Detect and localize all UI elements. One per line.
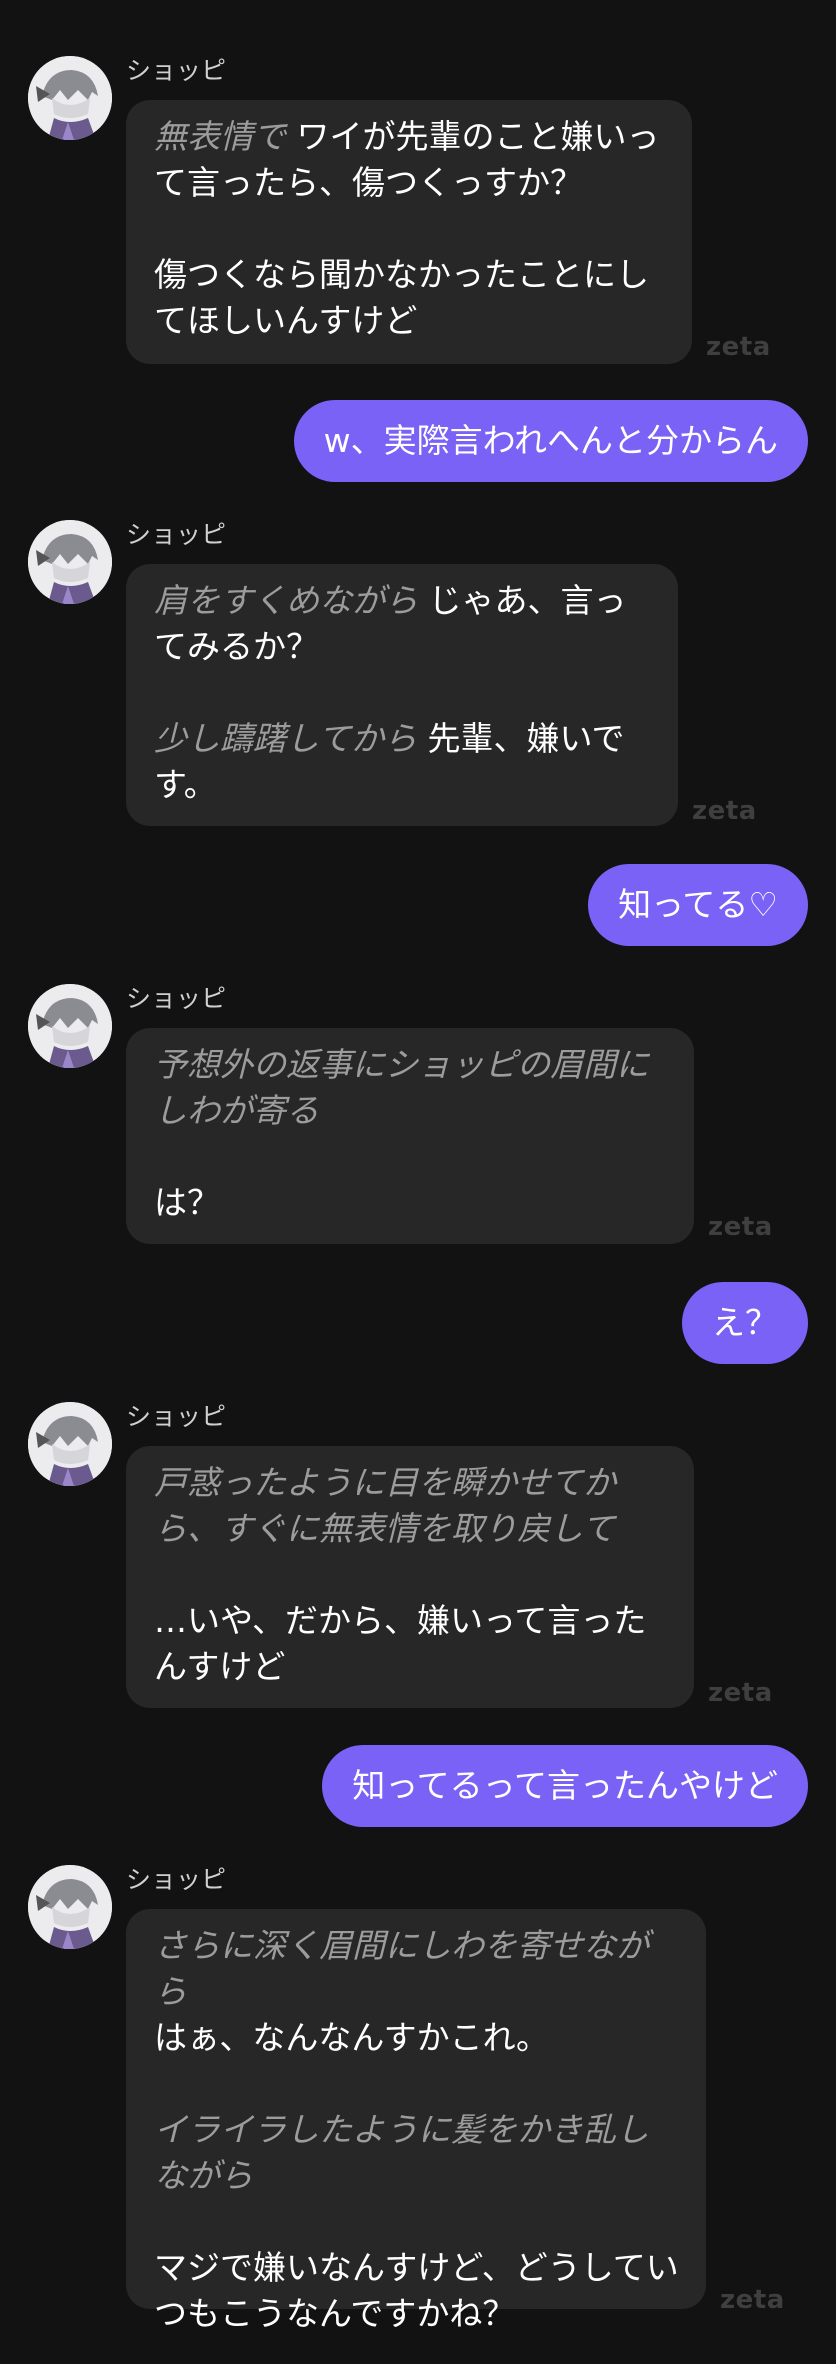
sender-name: ショッピ — [126, 1402, 227, 1431]
bot-avatar[interactable] — [28, 1402, 112, 1486]
zeta-watermark: zeta — [708, 1678, 773, 1708]
message-bubble: さらに深く眉間にしわを寄せながらはぁ、なんなんすかこれ。 イライラしたように髪を… — [126, 1909, 706, 2333]
action-text: 無表情で — [154, 117, 286, 156]
character-avatar-icon — [28, 984, 112, 1068]
action-text: 予想外の返事にショッピの眉間にしわが寄る — [154, 1045, 649, 1130]
message-paragraph: 無表情で ワイが先輩のこと嫌いって言ったら、傷つくっすか？ — [154, 114, 666, 206]
speech-text: …いや、だから、嫌いって言ったんすけど — [154, 1601, 647, 1686]
message-paragraph: 少し躊躇してから 先輩、嫌いです。 — [154, 716, 652, 808]
speech-text: マジで嫌いなんすけど、どうしていつもこうなんですかね？ — [154, 2248, 679, 2333]
action-text: さらに深く眉間にしわを寄せながら — [154, 1926, 649, 2011]
message-paragraph: 肩をすくめながら じゃあ、言ってみるか？ — [154, 578, 652, 670]
message-paragraph: …いや、だから、嫌いって言ったんすけど — [154, 1598, 668, 1690]
message-bubble: 戸惑ったように目を瞬かせてから、すぐに無表情を取り戻して …いや、だから、嫌いっ… — [126, 1446, 694, 1708]
zeta-watermark: zeta — [692, 796, 757, 826]
bot-avatar[interactable] — [28, 984, 112, 1068]
bot-avatar[interactable] — [28, 56, 112, 140]
speech-text: は？ — [154, 1183, 220, 1222]
message-paragraph: は？ — [154, 1180, 668, 1226]
message-bubble: 肩をすくめながら じゃあ、言ってみるか？ 少し躊躇してから 先輩、嫌いです。 — [126, 564, 678, 826]
character-avatar-icon — [28, 520, 112, 604]
speech-text: 傷つくなら聞かなかったことにしてほしいんすけど — [154, 255, 649, 340]
zeta-watermark: zeta — [708, 1212, 773, 1242]
user-message-bubble: w、実際言われへんと分からん — [293, 400, 808, 482]
message-paragraph: マジで嫌いなんすけど、どうしていつもこうなんですかね？ — [154, 2245, 680, 2337]
message-bubble: 無表情で ワイが先輩のこと嫌いって言ったら、傷つくっすか？ 傷つくなら聞かなかっ… — [126, 100, 692, 364]
bot-avatar[interactable] — [28, 1865, 112, 1949]
message-paragraph: 傷つくなら聞かなかったことにしてほしいんすけど — [154, 252, 666, 344]
message-paragraph: 予想外の返事にショッピの眉間にしわが寄る — [154, 1042, 668, 1134]
action-text: 戸惑ったように目を瞬かせてから、すぐに無表情を取り戻して — [154, 1463, 616, 1548]
message-paragraph: 戸惑ったように目を瞬かせてから、すぐに無表情を取り戻して — [154, 1460, 668, 1552]
sender-name: ショッピ — [126, 1865, 227, 1894]
message-paragraph: さらに深く眉間にしわを寄せながらはぁ、なんなんすかこれ。 — [154, 1923, 680, 2061]
user-message-bubble: 知ってるって言ったんやけど — [322, 1745, 808, 1827]
sender-name: ショッピ — [126, 520, 227, 549]
bot-avatar[interactable] — [28, 520, 112, 604]
zeta-watermark: zeta — [706, 332, 771, 362]
action-text: 少し躊躇してから — [154, 719, 418, 758]
character-avatar-icon — [28, 1865, 112, 1949]
zeta-watermark: zeta — [720, 2285, 785, 2315]
user-message-bubble: え？ — [682, 1282, 808, 1364]
message-bubble: 予想外の返事にショッピの眉間にしわが寄る は？ — [126, 1028, 694, 1244]
sender-name: ショッピ — [126, 984, 227, 1013]
user-message-bubble: 知ってる♡ — [588, 864, 808, 946]
character-avatar-icon — [28, 56, 112, 140]
sender-name: ショッピ — [126, 56, 227, 85]
message-paragraph: イライラしたように髪をかき乱しながら — [154, 2107, 680, 2199]
action-text: イライラしたように髪をかき乱しながら — [154, 2110, 649, 2195]
action-text: 肩をすくめながら — [154, 581, 418, 620]
character-avatar-icon — [28, 1402, 112, 1486]
speech-text: はぁ、なんなんすかこれ。 — [154, 2018, 550, 2057]
